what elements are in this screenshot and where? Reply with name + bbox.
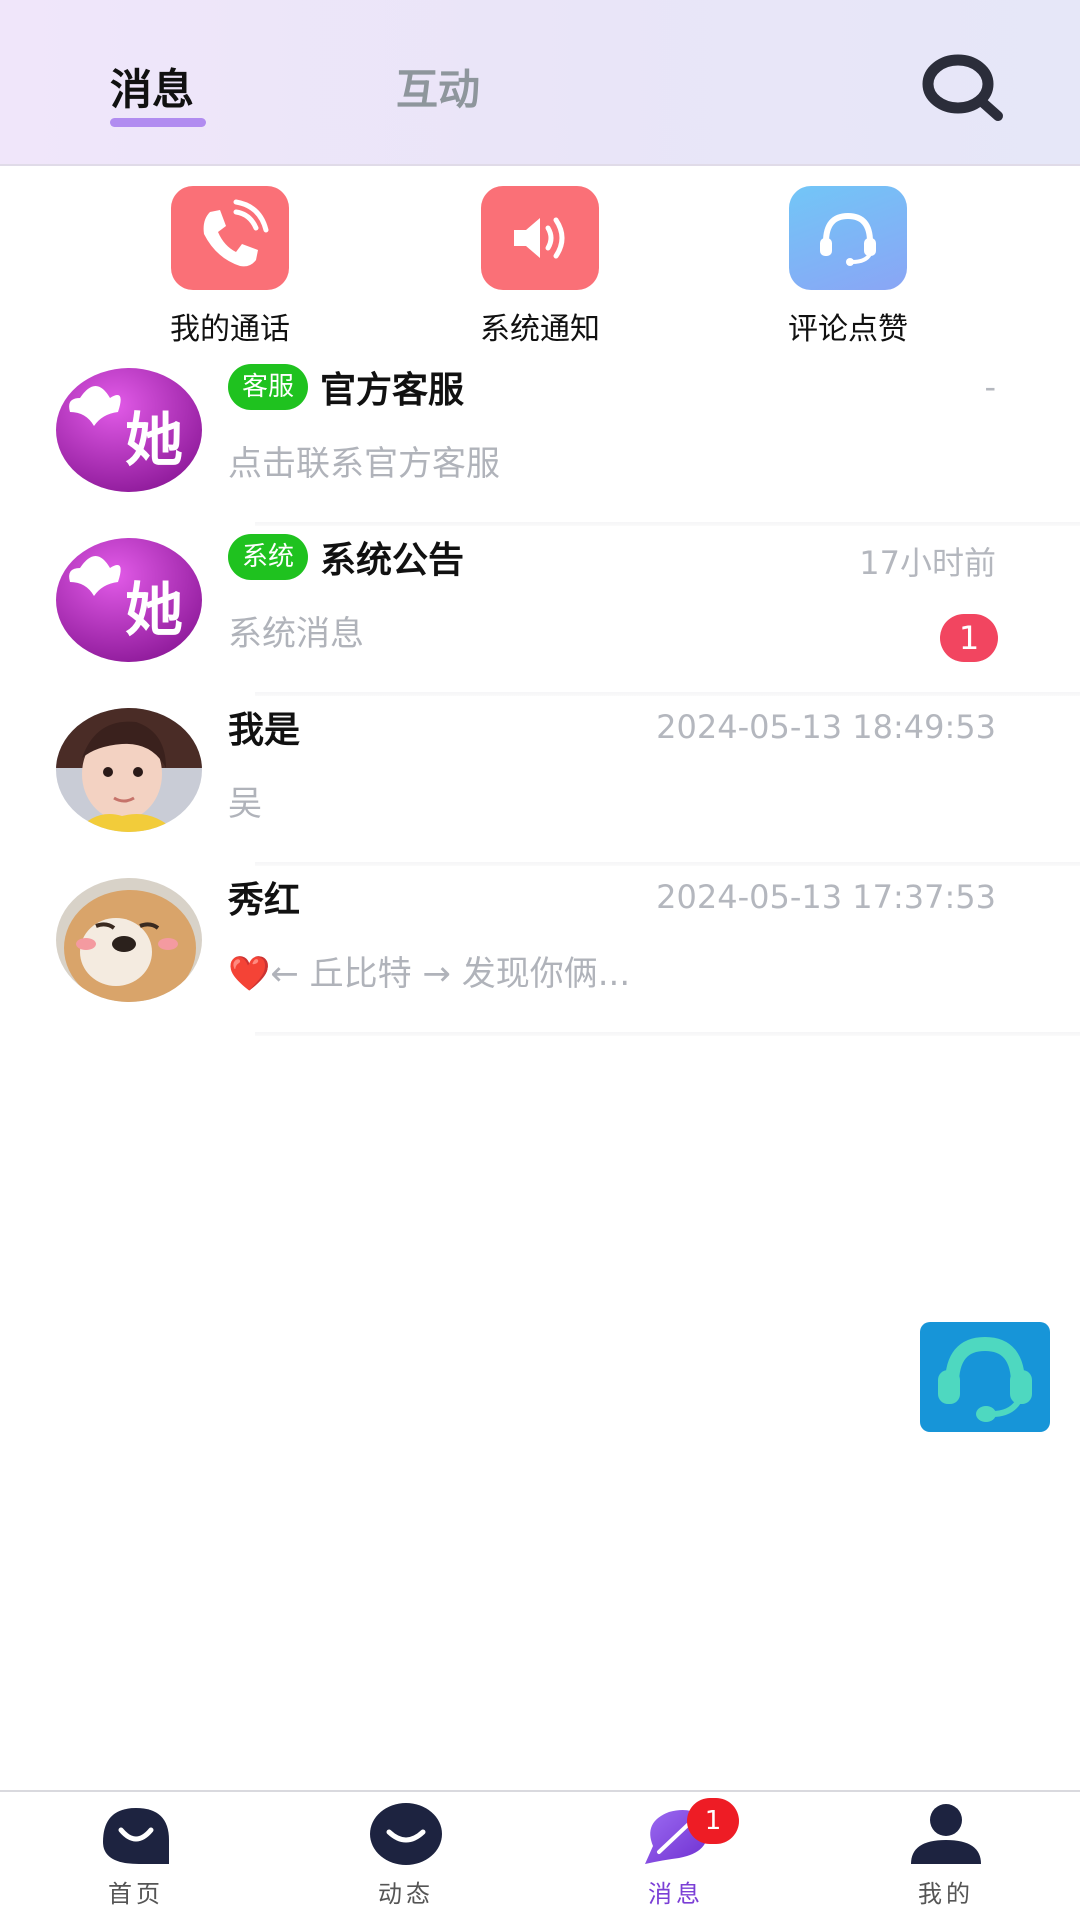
row-divider	[255, 692, 1080, 696]
my-calls-entry[interactable]: 我的通话	[130, 186, 330, 350]
chat-preview: 系统消息	[228, 614, 364, 654]
tab-interaction[interactable]: 互动	[396, 62, 480, 118]
search-icon	[922, 54, 1003, 121]
message-icon: 1	[639, 1798, 739, 1866]
nav-messages[interactable]: 1 消息	[606, 1798, 746, 1909]
profile-icon	[909, 1802, 983, 1866]
chat-row-official-service[interactable]: 她 客服 官方客服 - 点击联系官方客服	[0, 362, 1080, 532]
chat-preview: ❤️← 丘比特 → 发现你俩...	[228, 954, 631, 994]
tab-messages[interactable]: 消息	[110, 62, 206, 127]
my-calls-label: 我的通话	[170, 312, 290, 347]
chat-name: 秀红	[228, 880, 301, 921]
chat-name: 官方客服	[320, 370, 465, 411]
unread-count-badge: 1	[940, 614, 998, 662]
brand-logo-text: 她	[125, 406, 183, 474]
system-notice-label: 系统通知	[480, 312, 600, 347]
chat-row-system-announcement[interactable]: 她 系统 系统公告 17小时前 系统消息 1	[0, 532, 1080, 702]
speaker-icon	[481, 186, 599, 290]
brand-logo-avatar: 她	[56, 368, 202, 492]
chat-name: 系统公告	[320, 540, 465, 581]
home-icon	[99, 1802, 173, 1866]
system-notice-entry[interactable]: 系统通知	[440, 186, 640, 350]
phone-icon	[171, 186, 289, 290]
nav-messages-label: 消息	[648, 1880, 704, 1908]
moments-icon	[369, 1802, 443, 1866]
comments-likes-entry[interactable]: 评论点赞	[748, 186, 948, 350]
header-bar: 消息 互动	[0, 0, 1080, 166]
nav-moments-label: 动态	[378, 1880, 434, 1908]
user-photo-avatar	[56, 708, 202, 832]
chat-row-user[interactable]: 我是 2024-05-13 18:49:53 吴	[0, 702, 1080, 872]
search-button[interactable]	[918, 50, 1006, 126]
tab-interaction-label: 互动	[396, 65, 481, 114]
badge-system: 系统	[228, 534, 309, 580]
chat-time: -	[984, 368, 996, 406]
chat-row-xiuhong[interactable]: 秀红 2024-05-13 17:37:53 ❤️← 丘比特 → 发现你俩...	[0, 872, 1080, 1042]
brand-logo-text: 她	[125, 576, 183, 644]
chat-time: 2024-05-13 18:49:53	[656, 708, 996, 746]
row-divider	[255, 522, 1080, 526]
chat-time: 2024-05-13 17:37:53	[656, 878, 996, 916]
dog-photo-avatar	[56, 878, 202, 1002]
nav-profile-label: 我的	[918, 1880, 974, 1908]
row-divider	[255, 1032, 1080, 1036]
active-tab-indicator	[110, 118, 206, 127]
nav-moments[interactable]: 动态	[336, 1802, 476, 1909]
nav-messages-badge: 1	[687, 1798, 739, 1844]
brand-logo-avatar: 她	[56, 538, 202, 662]
chat-preview: 点击联系官方客服	[228, 444, 500, 484]
chat-preview: 吴	[228, 784, 262, 824]
chat-time: 17小时前	[859, 544, 996, 582]
nav-home-label: 首页	[108, 1880, 164, 1908]
nav-home[interactable]: 首页	[66, 1802, 206, 1909]
headset-icon	[789, 186, 907, 290]
bottom-navigation: 首页 动态 1 消息 我的	[0, 1790, 1080, 1920]
tab-messages-label: 消息	[110, 65, 195, 114]
badge-service: 客服	[228, 364, 309, 410]
chat-name: 我是	[228, 710, 301, 751]
nav-profile[interactable]: 我的	[876, 1802, 1016, 1909]
headset-icon	[938, 1336, 1032, 1422]
row-divider	[255, 862, 1080, 866]
customer-service-float-button[interactable]	[920, 1322, 1050, 1432]
comments-likes-label: 评论点赞	[788, 312, 908, 347]
